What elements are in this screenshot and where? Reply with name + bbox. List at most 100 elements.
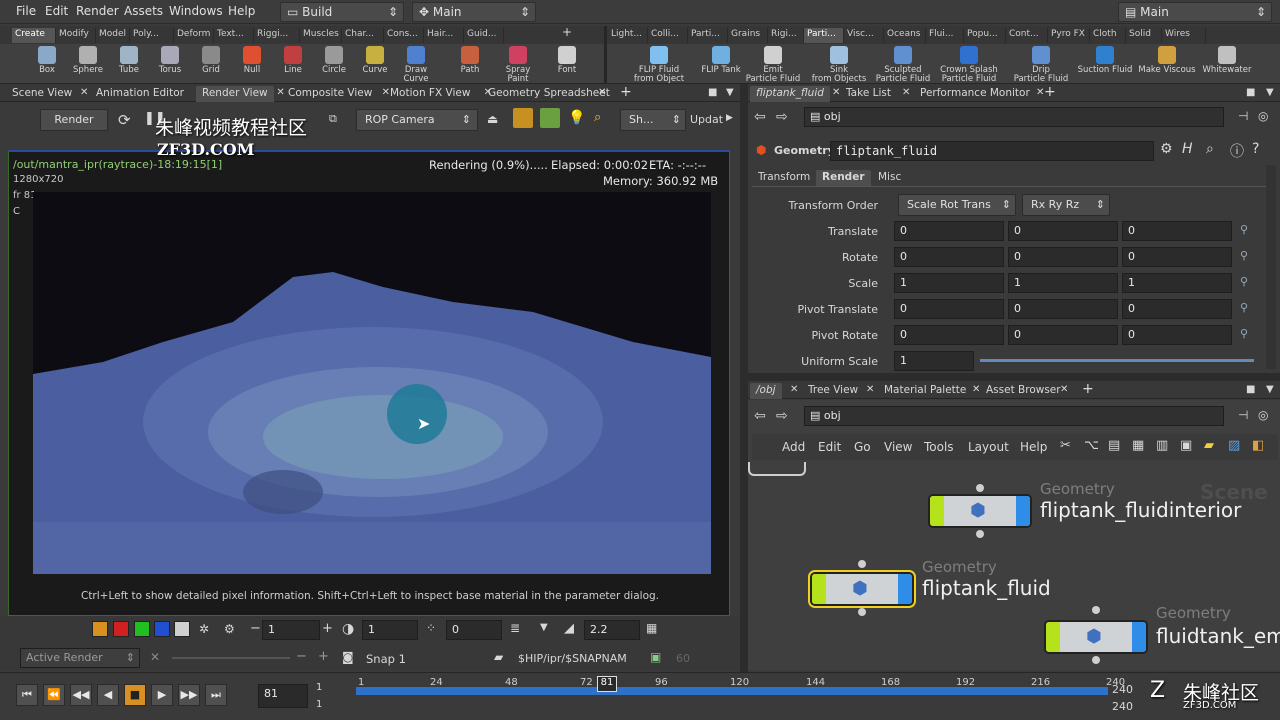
tool-make-viscous[interactable]: Make Viscous [1136,46,1198,75]
gear-icon[interactable]: ⚙ [1160,141,1173,157]
menu-go[interactable]: Go [854,440,871,454]
shelf-tab[interactable]: Wires [1162,28,1206,43]
shelf-tab[interactable]: Flui... [926,28,964,43]
add-tab-icon[interactable]: + [1044,84,1056,100]
shelf-tab[interactable]: Cont... [1006,28,1048,43]
refresh-icon[interactable]: ⟳ [118,111,131,129]
link-icon[interactable]: ◎ [1258,408,1268,422]
param-field[interactable]: 0 [1008,299,1118,319]
camera-dropdown[interactable]: ROP Camera ⇕ [356,109,478,131]
tab-obj[interactable]: /obj [750,383,782,399]
pane-splitter[interactable] [748,373,1280,381]
light-icon[interactable]: 💡 [568,110,585,126]
minus-icon[interactable]: − [296,649,307,664]
param-field[interactable]: 0 [1122,247,1232,267]
tool-emit-particle-fluid[interactable]: Emit Particle Fluid [742,46,804,84]
close-icon[interactable]: ✕ [598,87,606,98]
tool-drip-particle-fluid[interactable]: Drip Particle Fluid [1010,46,1072,84]
param-handle-icon[interactable]: ⚲ [1240,275,1248,288]
param-field[interactable]: 0 [1122,325,1232,345]
uniform-scale-field[interactable]: 1 [894,351,974,371]
add-shelf-icon[interactable]: + [562,25,572,39]
shelf-tab[interactable]: Popu... [964,28,1006,43]
tool-spray-paint[interactable]: Spray Paint [496,46,540,84]
node-fluidtank-em[interactable]: ⬢ [1044,620,1148,654]
shelf-tab[interactable]: Oceans [884,28,926,43]
tool-sculpted-particle-fluid[interactable]: Sculpted Particle Fluid [872,46,934,84]
param-field[interactable]: 1 [1122,273,1232,293]
range-start[interactable]: 1 [316,682,322,693]
step-back-icon[interactable]: ◀◀ [70,684,92,706]
forward-icon[interactable]: ⇨ [776,408,788,424]
link-icon[interactable]: ◎ [1258,109,1268,123]
tool-box[interactable]: Box [25,46,69,75]
range-end[interactable]: 1 [316,699,322,710]
param-field[interactable]: 0 [1122,221,1232,241]
forward-icon[interactable]: ⇨ [776,109,788,125]
uniform-scale-slider[interactable] [980,359,1254,362]
add-tab-icon[interactable]: + [620,84,632,100]
tool-sphere[interactable]: Sphere [66,46,110,75]
play-icon[interactable]: ▶ [151,684,173,706]
tools-icon[interactable]: ✂ [1060,438,1071,453]
node-input[interactable] [976,484,984,492]
plus-icon[interactable]: + [322,621,333,636]
maximize-icon[interactable]: ■ [708,87,717,98]
green-channel-icon[interactable] [134,621,150,637]
param-handle-icon[interactable]: ⚲ [1240,301,1248,314]
current-frame-marker[interactable]: 81 [597,676,617,692]
close-icon[interactable]: ✕ [150,650,160,664]
shelf-tab[interactable]: Visc... [844,28,884,43]
gamma-field[interactable]: 2.2 [584,620,640,640]
tab-take-list[interactable]: Take List [840,86,897,102]
viewer-tab[interactable]: Render View [196,86,274,102]
param-handle-icon[interactable]: ⚲ [1240,223,1248,236]
partial-node[interactable] [748,462,806,476]
tool-curve[interactable]: Curve [353,46,397,75]
tool-suction-fluid[interactable]: Suction Fluid [1074,46,1136,75]
viewer-tab[interactable]: Geometry Spreadsheet [482,86,616,102]
help-h-icon[interactable]: H [1182,141,1193,157]
close-icon[interactable]: ✕ [80,87,88,98]
menu-tools[interactable]: Tools [924,440,954,454]
param-field[interactable]: 0 [894,221,1004,241]
desktop-dropdown[interactable]: ▭ Build ⇕ [280,2,404,22]
go-end-icon[interactable]: ⏭ [205,684,227,706]
param-field[interactable]: 0 [894,325,1004,345]
menu-render[interactable]: Render [76,4,119,18]
shelf-tab[interactable]: Colli... [648,28,688,43]
menu-help[interactable]: Help [228,4,255,18]
gear-icon[interactable]: ⚙ [224,622,235,636]
settings-icon[interactable]: ✲ [199,622,209,636]
viewer-tab[interactable]: Motion FX View [384,86,476,102]
close-icon[interactable]: ✕ [902,87,910,98]
node-input[interactable] [858,560,866,568]
tool-line[interactable]: Line [271,46,315,75]
tree-icon[interactable]: ⌥ [1084,438,1099,453]
shelf-tab[interactable]: Muscles [300,28,342,43]
tool-flip-fluid-from-object[interactable]: FLIP Fluid from Object [628,46,690,84]
red-channel-icon[interactable] [113,621,129,637]
shelf-tab[interactable]: Guid... [464,28,504,43]
shelf-tab[interactable]: Riggi... [254,28,300,43]
viewer-tab[interactable]: Animation Editor [90,86,190,102]
shelf-tab[interactable]: Deform [174,28,214,43]
chevron-right-icon[interactable]: ▶ [726,113,733,123]
param-field[interactable]: 0 [894,247,1004,267]
bookmark-icon[interactable]: ◧ [1252,438,1264,453]
sh-dropdown[interactable]: Sh... ⇕ [620,109,686,131]
shelf-tab[interactable]: Light... [608,28,648,43]
param-field[interactable]: 0 [1008,247,1118,267]
context-dropdown[interactable]: ✥ Main ⇕ [412,2,536,22]
all-channels-icon[interactable] [92,621,108,637]
alpha-channel-icon[interactable] [174,621,190,637]
transform-order-dropdown[interactable]: Scale Rot Trans ⇕ [898,194,1016,216]
menu-view[interactable]: View [884,440,912,454]
exposure-field[interactable]: 1 [362,620,418,640]
shelf-tab[interactable]: Solid [1126,28,1162,43]
tool-torus[interactable]: Torus [148,46,192,75]
param-field[interactable]: 0 [1008,221,1118,241]
folder-icon[interactable]: ▰ [494,650,503,664]
shelf-tab[interactable]: Parti... [688,28,728,43]
tab-material-palette[interactable]: Material Palette [878,383,972,399]
